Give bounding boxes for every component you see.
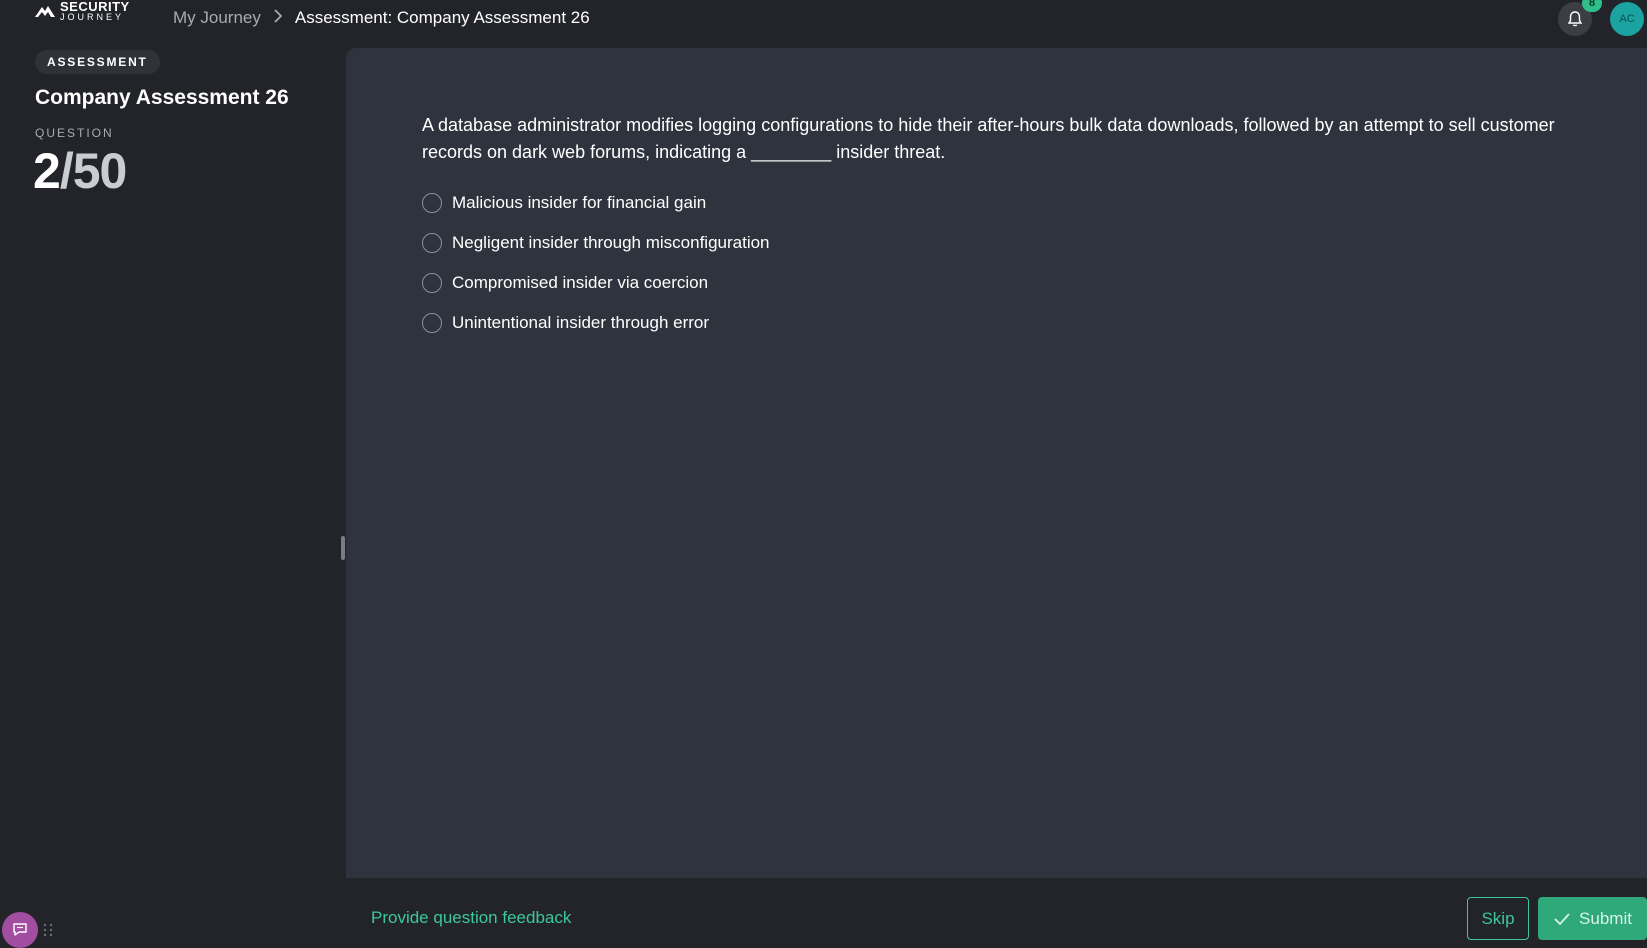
answer-option-label: Malicious insider for financial gain (452, 193, 707, 212)
chevron-right-icon (273, 8, 283, 28)
chat-button[interactable] (2, 912, 38, 948)
question-label: QUESTION (35, 126, 114, 140)
drag-handle-icon[interactable] (43, 922, 53, 938)
breadcrumb-current: Assessment: Company Assessment 26 (294, 8, 590, 27)
radio-button[interactable] (422, 193, 442, 213)
breadcrumb: My Journey Assessment: Company Assessmen… (173, 7, 590, 29)
breadcrumb-my-journey[interactable]: My Journey (173, 8, 261, 28)
submit-label: Submit (1579, 908, 1632, 928)
user-avatar[interactable]: AC (1610, 2, 1644, 36)
radio-button[interactable] (422, 273, 442, 293)
notification-count-badge: 8 (1582, 0, 1602, 12)
answer-option[interactable]: Malicious insider for financial gain (422, 183, 770, 223)
question-current: 2 (33, 143, 61, 199)
radio-button[interactable] (422, 233, 442, 253)
provide-feedback-link[interactable]: Provide question feedback (371, 908, 571, 928)
question-progress: 2/50 (33, 142, 128, 200)
radio-button[interactable] (422, 313, 442, 333)
top-bar: SECURITY JOURNEY My Journey Assessment: … (0, 0, 1647, 46)
answer-option[interactable]: Unintentional insider through error (422, 303, 770, 343)
assessment-tag: ASSESSMENT (35, 50, 160, 74)
chat-bubble-icon (13, 923, 27, 936)
checkmark-icon (1554, 912, 1570, 925)
question-panel: A database administrator modifies loggin… (346, 48, 1647, 878)
skip-button[interactable]: Skip (1467, 897, 1529, 940)
assessment-title: Company Assessment 26 (35, 86, 289, 109)
question-text: A database administrator modifies loggin… (422, 115, 1555, 162)
question-separator: / (59, 143, 74, 199)
brand-line-2: JOURNEY (60, 12, 125, 22)
submit-button[interactable]: Submit (1538, 897, 1647, 940)
question-footer: Provide question feedback Skip Submit (346, 878, 1647, 948)
panel-resize-handle[interactable] (341, 536, 345, 560)
brand-logo[interactable]: SECURITY JOURNEY (34, 0, 130, 22)
answer-option[interactable]: Negligent insider through misconfigurati… (422, 223, 770, 263)
bell-icon (1567, 11, 1583, 27)
answer-options: Malicious insider for financial gain Neg… (422, 183, 770, 343)
answer-option-label: Compromised insider via coercion (452, 273, 709, 292)
question-total: 50 (72, 143, 128, 199)
mountain-logo-icon (35, 6, 55, 17)
sidebar: ASSESSMENT Company Assessment 26 QUESTIO… (0, 46, 345, 948)
answer-option[interactable]: Compromised insider via coercion (422, 263, 770, 303)
answer-option-label: Unintentional insider through error (452, 313, 710, 332)
answer-option-label: Negligent insider through misconfigurati… (452, 233, 770, 252)
